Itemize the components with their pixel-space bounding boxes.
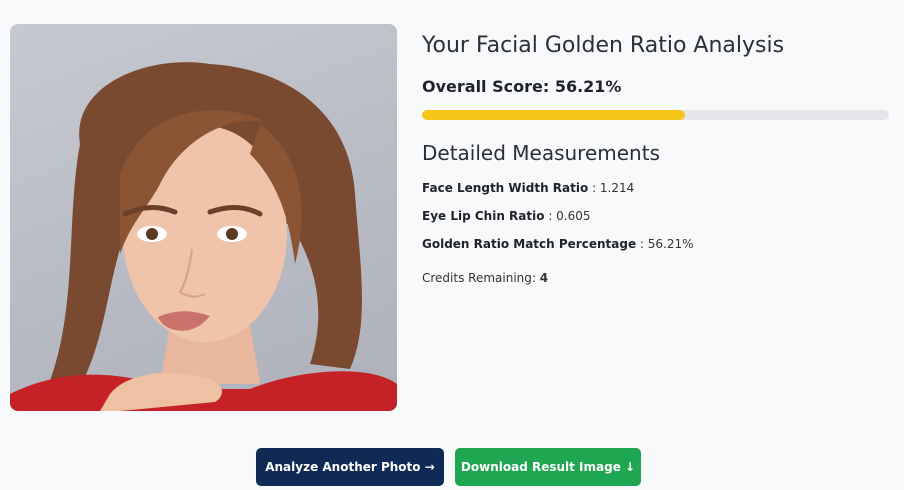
results-panel: Your Facial Golden Ratio Analysis Overal… xyxy=(422,30,889,286)
measurement-label: Eye Lip Chin Ratio xyxy=(422,209,545,223)
measurement-value: : 0.605 xyxy=(548,209,591,223)
measurement-value: : 1.214 xyxy=(592,181,635,195)
measurement-face-length-width: Face Length Width Ratio : 1.214 xyxy=(422,180,889,196)
credits-label: Credits Remaining: xyxy=(422,271,540,285)
measurement-value: : 56.21% xyxy=(639,237,694,251)
credits-remaining: Credits Remaining: 4 xyxy=(422,270,889,286)
overall-score: Overall Score: 56.21% xyxy=(422,77,622,96)
measurement-eye-lip-chin: Eye Lip Chin Ratio : 0.605 xyxy=(422,208,889,224)
analyzed-photo xyxy=(10,24,397,411)
measurement-label: Golden Ratio Match Percentage xyxy=(422,237,637,251)
measurement-golden-ratio-match: Golden Ratio Match Percentage : 56.21% xyxy=(422,236,889,252)
detailed-measurements-heading: Detailed Measurements xyxy=(422,141,660,165)
download-result-image-button[interactable]: Download Result Image ↓ xyxy=(455,448,641,486)
portrait-image xyxy=(10,62,397,411)
credits-value: 4 xyxy=(539,271,549,285)
measurement-label: Face Length Width Ratio xyxy=(422,181,589,195)
score-progress-fill xyxy=(422,110,685,120)
score-progress-bar xyxy=(422,110,889,120)
analyze-another-photo-button[interactable]: Analyze Another Photo → xyxy=(256,448,444,486)
page-title: Your Facial Golden Ratio Analysis xyxy=(422,33,785,58)
